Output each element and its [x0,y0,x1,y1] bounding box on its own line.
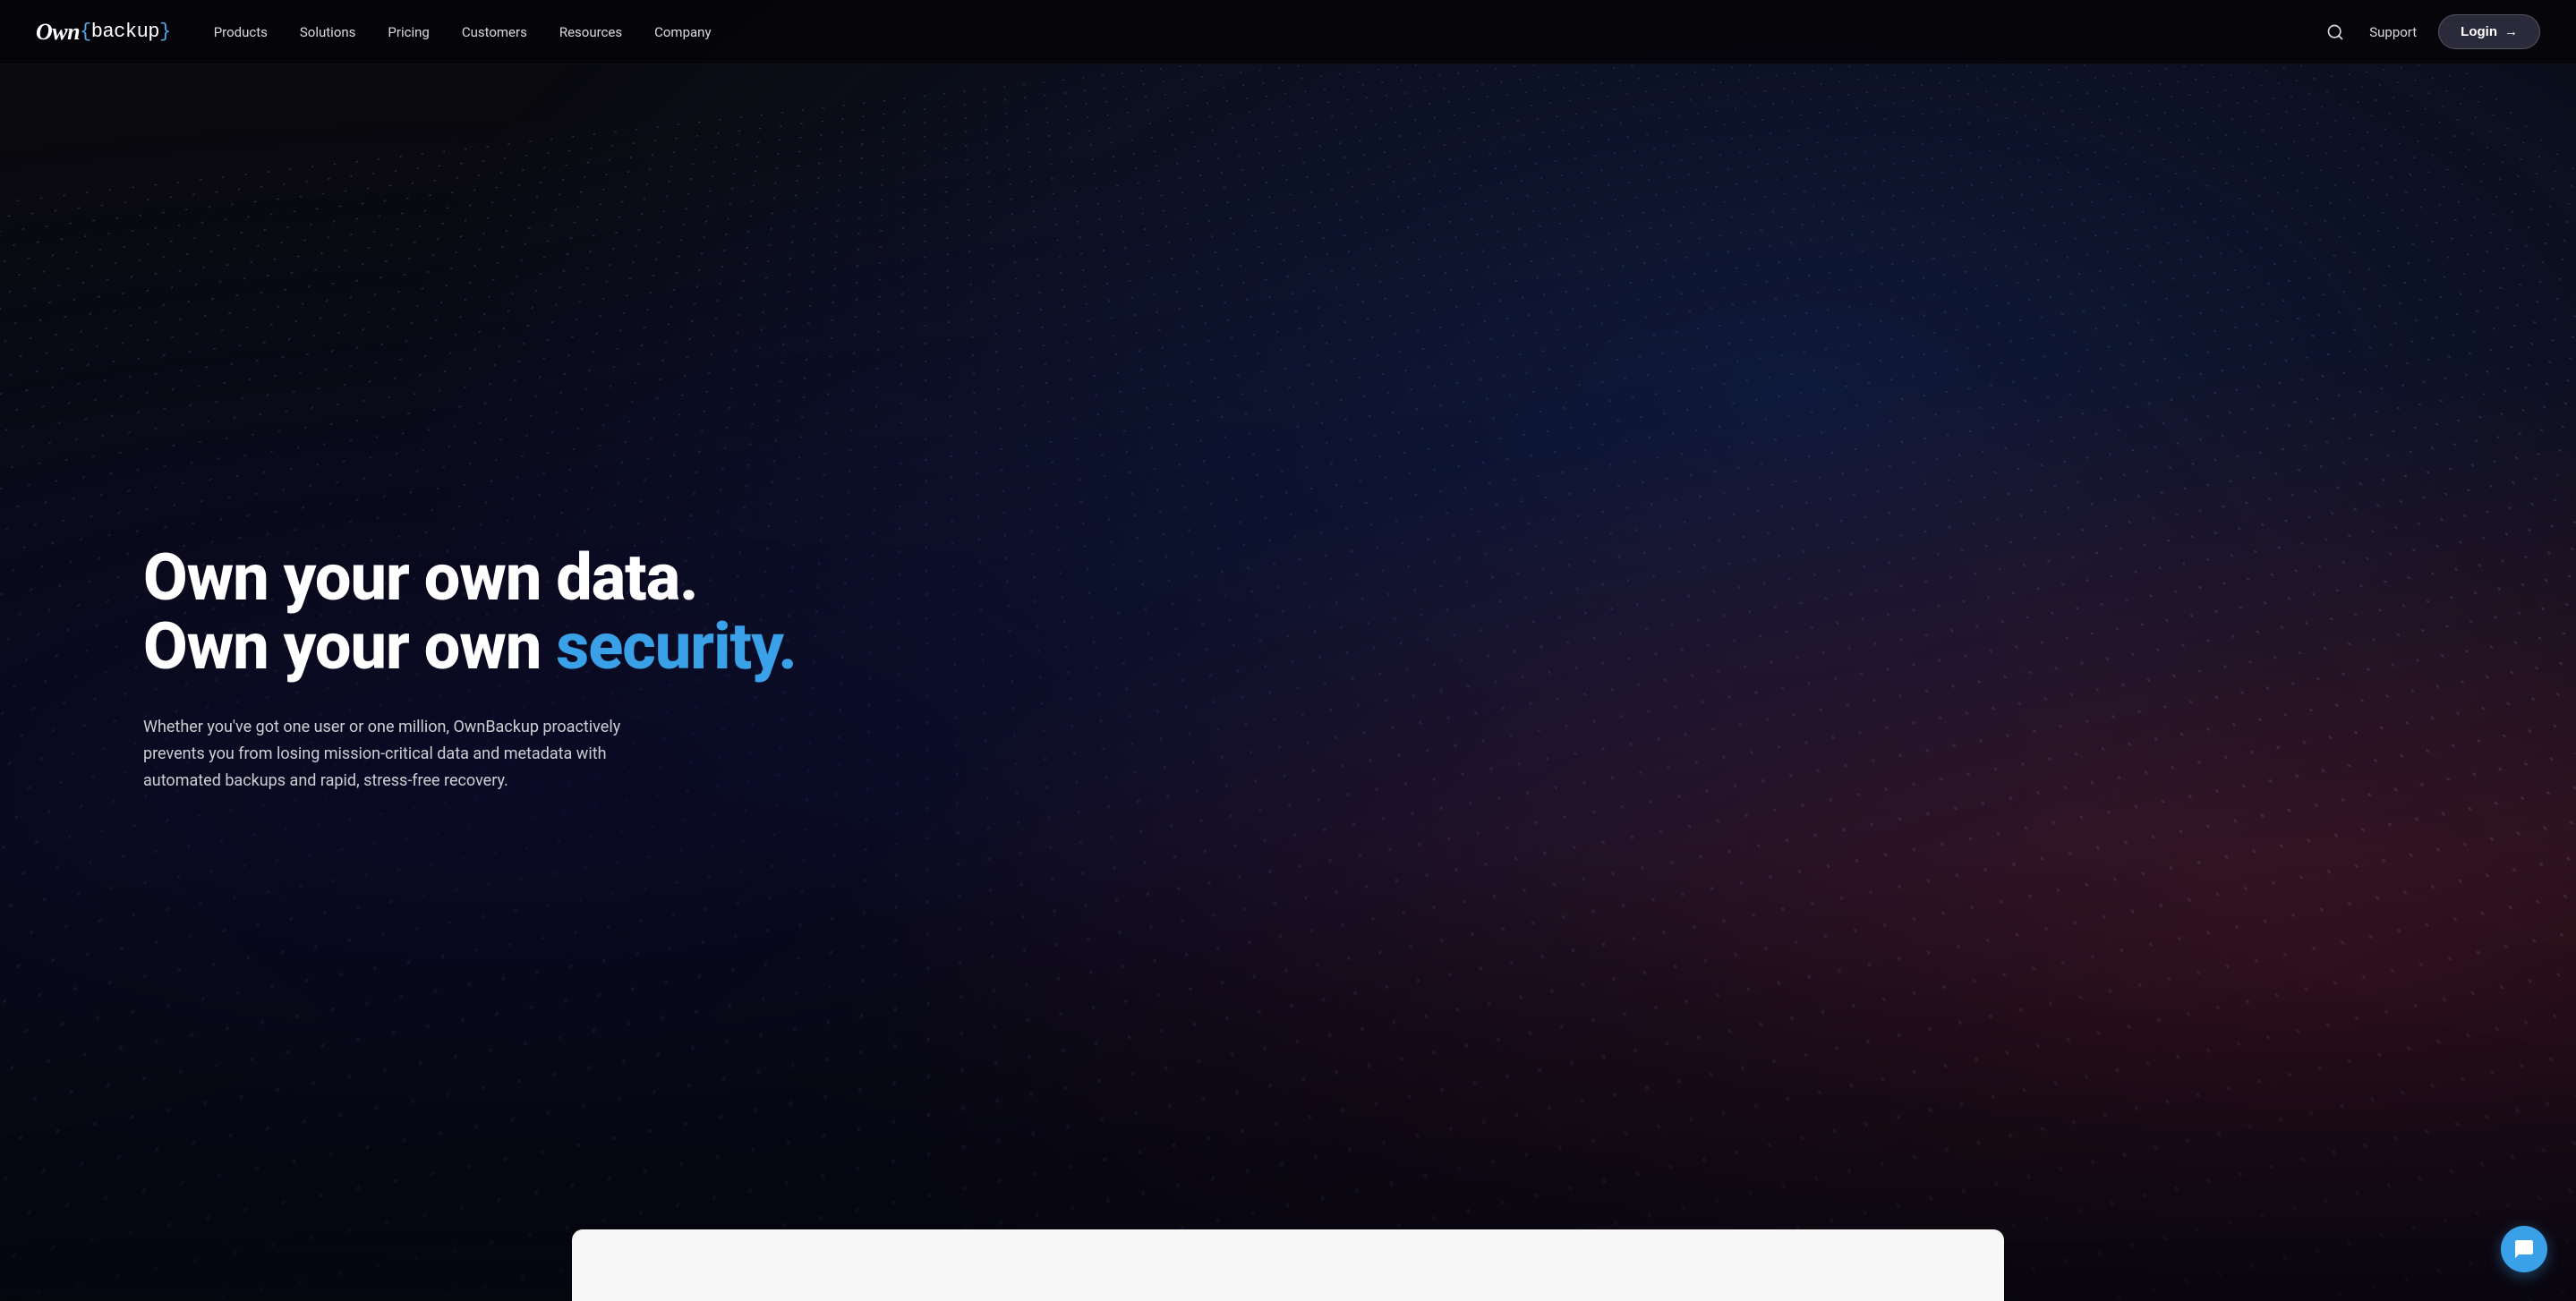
nav-item-resources[interactable]: Resources [559,24,622,40]
bottom-card [572,1229,2004,1301]
login-button[interactable]: Login → [2438,14,2540,49]
chat-button[interactable] [2501,1226,2547,1272]
hero-title: Own your own data. Own your own security… [143,543,815,683]
nav-item-products[interactable]: Products [214,24,268,40]
logo-own: Own [36,19,80,46]
login-label: Login [2461,24,2497,39]
logo-backup: {backup} [80,21,171,43]
hero-title-line2: Own your own security. [143,612,815,682]
hero-content: Own your own data. Own your own security… [143,543,815,795]
nav-item-pricing[interactable]: Pricing [388,24,429,40]
nav-right: Support Login → [2323,14,2540,49]
search-button[interactable] [2323,20,2348,45]
hero-section: Own your own data. Own your own security… [0,0,2576,1301]
logo[interactable]: Own {backup} [36,19,171,46]
hero-title-line2-prefix: Own your own [143,608,556,685]
navbar: Own {backup} Products Solutions Pricing … [0,0,2576,64]
support-link[interactable]: Support [2369,24,2417,40]
nav-item-company[interactable]: Company [654,24,711,40]
hero-subtitle: Whether you've got one user or one milli… [143,714,662,794]
logo-brace-open: { [80,21,91,43]
nav-item-customers[interactable]: Customers [462,24,527,40]
nav-item-solutions[interactable]: Solutions [300,24,356,40]
chat-icon [2513,1238,2535,1260]
login-arrow-icon: → [2504,24,2518,39]
hero-title-highlight: security. [556,608,796,685]
logo-brace-close: } [159,21,171,43]
nav-links: Products Solutions Pricing Customers Res… [214,24,2324,40]
search-icon [2326,23,2344,41]
hero-title-line1: Own your own data. [143,543,815,613]
